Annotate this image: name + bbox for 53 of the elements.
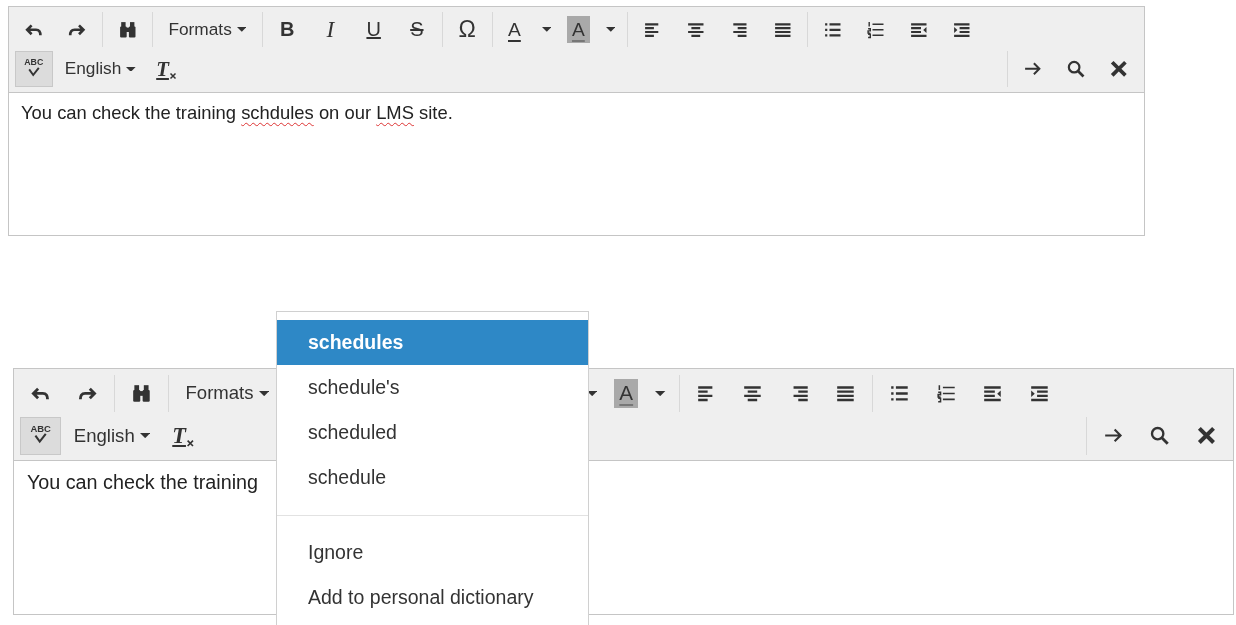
text-color-button[interactable]: A bbox=[501, 11, 528, 48]
indent-icon bbox=[953, 20, 972, 39]
suggestion-item[interactable]: schedules bbox=[277, 320, 588, 365]
spellcheck-button[interactable]: ABC bbox=[20, 416, 62, 455]
formats-button[interactable]: Formats bbox=[179, 377, 276, 410]
numbered-list-icon bbox=[936, 384, 956, 403]
align-center-icon bbox=[687, 20, 705, 39]
language-button[interactable]: English bbox=[58, 53, 142, 85]
suggestion-item[interactable]: schedule's bbox=[277, 365, 588, 410]
outdent-icon bbox=[910, 20, 928, 39]
caret-icon bbox=[126, 66, 136, 72]
arrow-icon bbox=[1024, 60, 1042, 78]
strikethrough-button[interactable]: S bbox=[403, 10, 431, 49]
bullet-list-icon bbox=[823, 20, 842, 39]
spellcheck-button[interactable]: ABC bbox=[14, 51, 53, 87]
cross-icon bbox=[168, 71, 177, 80]
suggestion-item[interactable]: scheduled bbox=[277, 410, 588, 455]
clear-formatting-button[interactable]: T bbox=[166, 419, 201, 452]
search-icon bbox=[1067, 60, 1085, 78]
menu-item[interactable]: Ignore bbox=[277, 530, 588, 575]
highlight-color-button[interactable]: A bbox=[614, 379, 639, 408]
language-button[interactable]: English bbox=[67, 419, 157, 452]
outdent-icon bbox=[983, 384, 1002, 403]
indent-icon bbox=[1029, 384, 1049, 403]
close-icon bbox=[1110, 60, 1128, 78]
suggestion-item[interactable]: schedule bbox=[277, 455, 588, 500]
numbered-list-icon bbox=[867, 20, 885, 39]
italic-button[interactable]: I bbox=[318, 7, 343, 52]
formats-button[interactable]: Formats bbox=[162, 14, 252, 45]
bullet-list-icon bbox=[890, 384, 910, 403]
binoculars-icon bbox=[131, 384, 151, 403]
binoculars-icon bbox=[118, 20, 137, 39]
menu-item[interactable]: Add to personal dictionary bbox=[277, 575, 588, 620]
editor-text: You can check the training schdules on our LMS site. bbox=[21, 101, 453, 124]
bold-button[interactable]: B bbox=[273, 10, 302, 49]
underline-button[interactable]: U bbox=[359, 10, 388, 49]
special-character-button[interactable]: Ω bbox=[450, 7, 484, 52]
caret-icon bbox=[605, 27, 616, 33]
highlight-color-button[interactable]: A bbox=[567, 16, 590, 44]
editor-text: You can check the training bbox=[26, 470, 259, 494]
search-icon bbox=[1150, 426, 1170, 446]
align-right-icon bbox=[730, 20, 748, 39]
justify-icon bbox=[773, 20, 792, 39]
caret-icon bbox=[655, 390, 666, 397]
clear-formatting-button[interactable]: T bbox=[150, 53, 183, 85]
close-icon bbox=[1196, 426, 1216, 446]
caret-icon bbox=[139, 433, 151, 439]
cross-icon bbox=[185, 438, 195, 448]
align-center-icon bbox=[743, 384, 763, 403]
caret-icon bbox=[236, 27, 247, 33]
justify-icon bbox=[836, 384, 855, 403]
caret-icon bbox=[258, 390, 270, 397]
caret-icon bbox=[541, 27, 552, 33]
